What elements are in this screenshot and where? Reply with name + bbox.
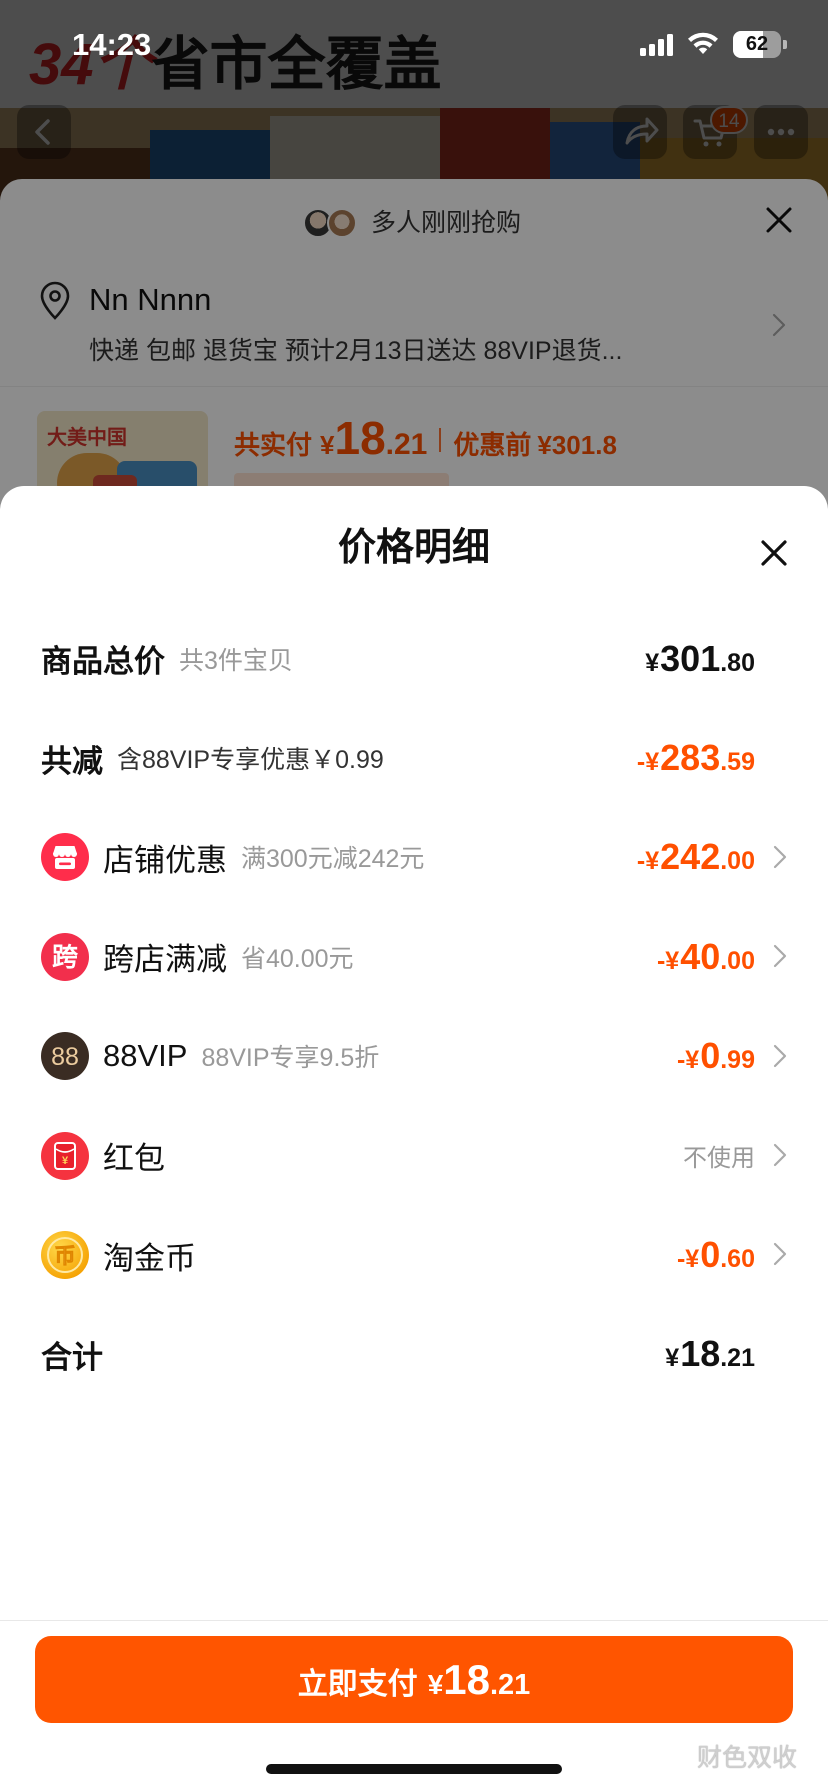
amount-integer: 18	[680, 1333, 721, 1375]
row-total-reduction: 共减 含88VIP专享优惠￥0.99 -¥ 283.59	[0, 708, 828, 807]
pay-label: 立即支付	[297, 1667, 418, 1701]
amount-decimal: .99	[720, 1046, 755, 1075]
status-bar: 14:23 62	[0, 0, 828, 90]
wifi-icon	[688, 32, 718, 54]
amount-decimal: .59	[720, 748, 755, 777]
row-status: 不使用	[683, 1145, 755, 1173]
row-note: 含88VIP专享优惠￥0.99	[117, 746, 384, 775]
row-amount: -¥ 283.59	[637, 737, 755, 779]
red-packet-icon: ¥	[41, 1131, 89, 1180]
amount-currency: -¥	[656, 946, 680, 975]
amount-currency: ¥	[645, 648, 660, 677]
amount-currency: -¥	[676, 1245, 700, 1274]
amount-integer: 0	[700, 1234, 721, 1276]
coin-icon: 币	[41, 1231, 89, 1280]
battery-icon: 62	[733, 31, 787, 58]
close-icon[interactable]	[760, 539, 788, 567]
amount-decimal: .80	[720, 648, 755, 677]
shop-icon	[41, 833, 89, 882]
pay-currency: ¥	[427, 1668, 444, 1700]
row-label: 共减	[41, 743, 103, 779]
amount-integer: 301	[660, 637, 721, 679]
row-note: 88VIP专享9.5折	[201, 1044, 380, 1073]
row-label: 合计	[41, 1339, 103, 1375]
battery-nub	[783, 40, 787, 49]
row-label: 店铺优惠	[103, 842, 227, 878]
row-label: 88VIP	[103, 1038, 188, 1074]
amount-decimal: .00	[720, 946, 755, 975]
pay-integer: 18	[443, 1655, 490, 1703]
row-amount: -¥ 0.60	[677, 1234, 755, 1276]
pay-now-button[interactable]: 立即支付 ¥ 18 .21	[35, 1636, 793, 1723]
chevron-right-icon[interactable]	[773, 1242, 787, 1266]
chevron-right-icon[interactable]	[773, 944, 787, 968]
vip88-icon: 88	[41, 1032, 89, 1081]
icon-glyph: 跨	[52, 942, 79, 972]
chevron-right-icon[interactable]	[773, 845, 787, 869]
divider	[0, 1620, 828, 1621]
price-detail-modal: 价格明细 商品总价 共3件宝贝 ¥301.80 共减 含88VIP专享优惠￥0.…	[0, 486, 828, 1792]
screen: 34个省市全覆盖 14 多人刚刚抢购 Nn Nnnn 快递 包邮 退货宝 预计2…	[0, 0, 828, 1792]
watermark: 财色双收	[697, 1744, 798, 1772]
chevron-right-icon[interactable]	[773, 1044, 787, 1068]
row-coins[interactable]: 币 淘金币 -¥ 0.60	[0, 1205, 828, 1304]
row-label: 商品总价	[41, 644, 165, 680]
signal-icon	[640, 34, 673, 56]
amount-integer: 40	[680, 935, 721, 977]
price-rows: 商品总价 共3件宝贝 ¥301.80 共减 含88VIP专享优惠￥0.99 -¥…	[0, 609, 828, 1404]
battery-percent: 62	[745, 33, 769, 55]
row-amount: -¥ 242.00	[637, 836, 755, 878]
row-amount: -¥ 0.99	[677, 1035, 755, 1077]
row-note: 共3件宝贝	[179, 646, 293, 675]
amount-decimal: .60	[720, 1245, 755, 1274]
chevron-right-icon[interactable]	[773, 1143, 787, 1167]
pay-decimal: .21	[489, 1668, 531, 1701]
row-amount: ¥18.21	[665, 1333, 755, 1375]
row-grand-total: 合计 ¥18.21	[0, 1305, 828, 1404]
amount-integer: 283	[660, 737, 721, 779]
row-88vip[interactable]: 88 88VIP 88VIP专享9.5折 -¥ 0.99	[0, 1007, 828, 1106]
battery-body: 62	[733, 31, 781, 58]
row-label: 红包	[103, 1141, 165, 1177]
amount-integer: 242	[660, 836, 721, 878]
row-note: 满300元减242元	[241, 845, 425, 874]
cross-store-icon: 跨	[41, 932, 89, 981]
amount-decimal: .21	[720, 1344, 755, 1373]
icon-glyph: 88	[51, 1043, 79, 1071]
row-label: 跨店满减	[103, 942, 227, 978]
amount-currency: -¥	[636, 847, 660, 876]
icon-glyph: ¥	[62, 1155, 69, 1167]
amount-decimal: .00	[720, 847, 755, 876]
row-cross-store-discount[interactable]: 跨 跨店满减 省40.00元 -¥ 40.00	[0, 907, 828, 1006]
amount-currency: -¥	[636, 748, 660, 777]
amount-integer: 0	[700, 1035, 721, 1077]
clock: 14:23	[72, 27, 152, 62]
row-amount: -¥ 40.00	[657, 936, 755, 978]
modal-title: 价格明细	[337, 527, 490, 569]
row-amount: ¥301.80	[645, 638, 755, 680]
row-red-packet[interactable]: ¥ 红包 不使用	[0, 1106, 828, 1205]
row-note: 省40.00元	[241, 944, 354, 973]
amount-currency: ¥	[665, 1344, 680, 1373]
amount-currency: -¥	[676, 1046, 700, 1075]
icon-glyph: 币	[55, 1245, 76, 1268]
row-label: 淘金币	[103, 1240, 196, 1276]
row-goods-total: 商品总价 共3件宝贝 ¥301.80	[0, 609, 828, 708]
home-indicator[interactable]	[266, 1764, 562, 1774]
row-store-discount[interactable]: 店铺优惠 满300元减242元 -¥ 242.00	[0, 808, 828, 907]
